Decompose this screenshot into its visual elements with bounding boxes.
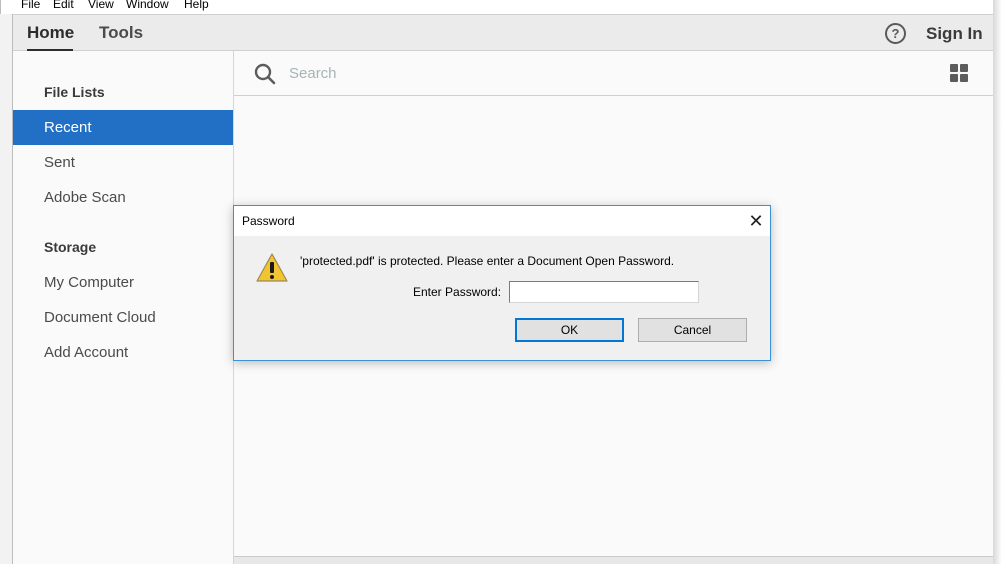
sign-in-button[interactable]: Sign In xyxy=(926,24,983,44)
sidebar-item-add-account[interactable]: Add Account xyxy=(13,335,233,370)
ok-button[interactable]: OK xyxy=(515,318,624,342)
close-icon[interactable]: ✕ xyxy=(742,210,770,232)
cancel-button[interactable]: Cancel xyxy=(638,318,747,342)
help-icon[interactable]: ? xyxy=(885,23,906,44)
warning-icon xyxy=(256,253,288,282)
dialog-title: Password xyxy=(242,214,295,228)
status-strip xyxy=(234,556,993,564)
sidebar-item-my-computer[interactable]: My Computer xyxy=(13,265,233,300)
sidebar-item-sent[interactable]: Sent xyxy=(13,145,233,180)
password-field[interactable] xyxy=(509,281,699,303)
sidebar: File Lists Recent Sent Adobe Scan Storag… xyxy=(13,51,234,564)
grid-view-icon[interactable] xyxy=(950,64,969,83)
top-navigation: Home Tools ? Sign In xyxy=(13,14,993,52)
sidebar-item-document-cloud[interactable]: Document Cloud xyxy=(13,300,233,335)
menu-edit[interactable]: Edit xyxy=(53,0,74,11)
password-dialog: Password ✕ 'protected.pdf' is protected.… xyxy=(233,205,771,361)
sidebar-item-adobe-scan[interactable]: Adobe Scan xyxy=(13,180,233,215)
search-input[interactable] xyxy=(289,61,889,85)
tab-tools[interactable]: Tools xyxy=(99,23,143,43)
dialog-titlebar[interactable]: Password ✕ xyxy=(234,206,770,236)
menu-view[interactable]: View xyxy=(88,0,114,11)
search-icon[interactable] xyxy=(254,63,276,85)
menu-bar: File Edit View Window Help xyxy=(0,0,993,14)
menu-help[interactable]: Help xyxy=(184,0,209,11)
search-bar xyxy=(234,51,993,96)
dialog-message: 'protected.pdf' is protected. Please ent… xyxy=(300,254,675,268)
menu-file[interactable]: File xyxy=(21,0,40,11)
password-label: Enter Password: xyxy=(413,285,502,299)
sidebar-item-recent[interactable]: Recent xyxy=(13,110,233,145)
menu-window[interactable]: Window xyxy=(126,0,169,11)
sidebar-heading-file-lists: File Lists xyxy=(44,84,105,100)
window-edge xyxy=(993,0,1002,564)
tab-home[interactable]: Home xyxy=(27,23,74,43)
sidebar-heading-storage: Storage xyxy=(44,239,97,255)
